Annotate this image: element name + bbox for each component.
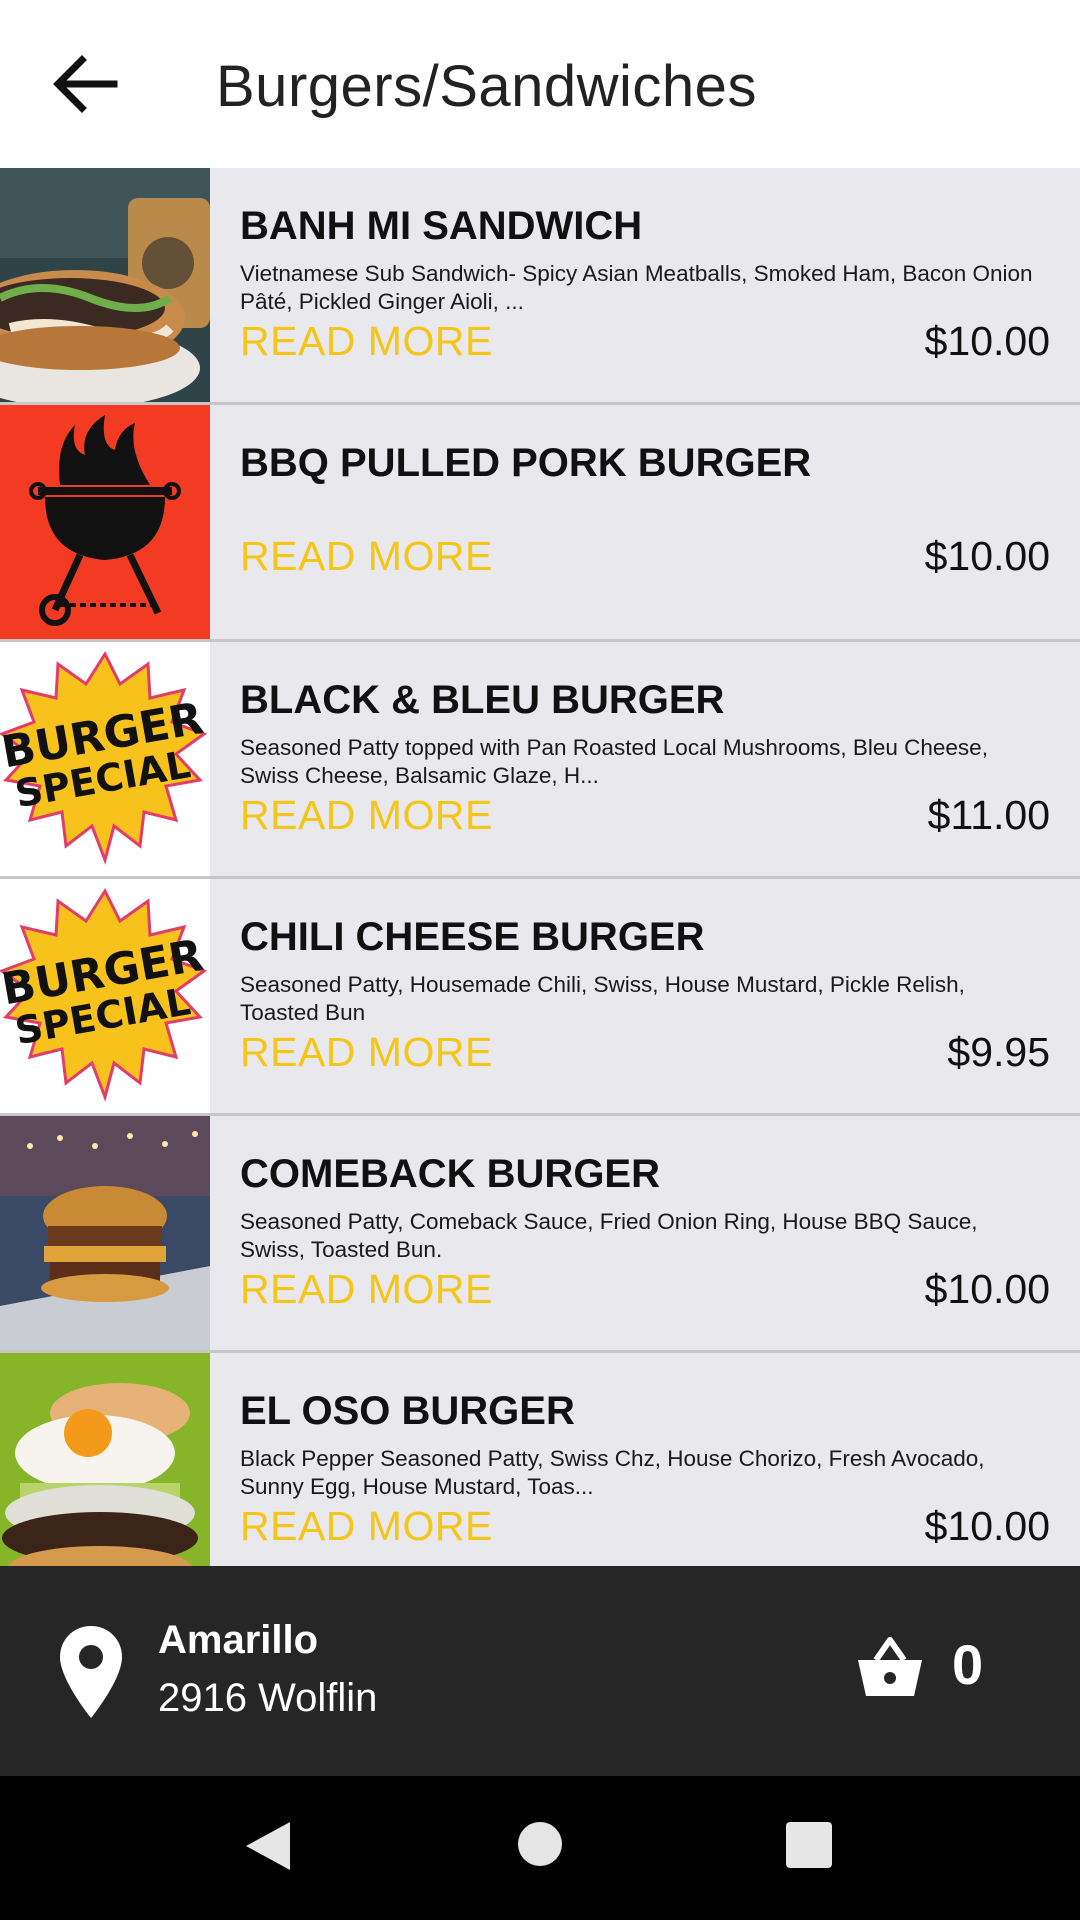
comeback-burger-photo [0, 1116, 210, 1350]
item-price: $10.00 [924, 318, 1050, 364]
item-description: Black Pepper Seasoned Patty, Swiss Chz, … [240, 1446, 985, 1499]
item-description: Vietnamese Sub Sandwich- Spicy Asian Mea… [240, 261, 1033, 314]
el-oso-burger-photo [0, 1353, 210, 1566]
item-name: COMEBACK BURGER [240, 1152, 660, 1196]
location-selector[interactable] [58, 1624, 124, 1720]
read-more-link[interactable]: READ MORE [240, 318, 493, 365]
location-cart-bar: Amarillo 2916 Wolflin 0 [0, 1566, 1080, 1776]
item-name: EL OSO BURGER [240, 1389, 575, 1433]
item-price: $10.00 [924, 1503, 1050, 1549]
item-name: BANH MI SANDWICH [240, 204, 643, 248]
item-description: Seasoned Patty, Housemade Chili, Swiss, … [240, 972, 965, 1025]
nav-back-icon[interactable] [244, 1820, 292, 1872]
banh-mi-photo [0, 168, 210, 402]
item-description: Seasoned Patty, Comeback Sauce, Fried On… [240, 1209, 978, 1262]
read-more-link[interactable]: READ MORE [240, 792, 493, 839]
menu-item-comeback[interactable]: COMEBACK BURGER Seasoned Patty, Comeback… [0, 1116, 1080, 1350]
menu-item-black-bleu[interactable]: BURGER SPECIAL BLACK & BLEU BURGER Seaso… [0, 642, 1080, 876]
item-description: Seasoned Patty topped with Pan Roasted L… [240, 735, 988, 788]
menu-list[interactable]: BANH MI SANDWICH Vietnamese Sub Sandwich… [0, 168, 1080, 1566]
page-title: Burgers/Sandwiches [216, 54, 757, 119]
item-name: BBQ PULLED PORK BURGER [240, 441, 812, 485]
item-price: $10.00 [924, 533, 1050, 579]
read-more-link[interactable]: READ MORE [240, 1029, 493, 1076]
burger-special-badge: BURGER SPECIAL [0, 642, 210, 876]
back-button[interactable] [44, 44, 124, 124]
item-name: CHILI CHEESE BURGER [240, 915, 705, 959]
cart-button[interactable] [856, 1636, 924, 1698]
item-price: $11.00 [927, 792, 1050, 838]
read-more-link[interactable]: READ MORE [240, 1266, 493, 1313]
app-header: Burgers/Sandwiches [0, 0, 1080, 168]
read-more-link[interactable]: READ MORE [240, 1503, 493, 1550]
burger-special-badge: BURGER SPECIAL [0, 879, 210, 1113]
shopping-basket-icon [858, 1637, 922, 1696]
item-price: $10.00 [924, 1266, 1050, 1312]
menu-item-banh-mi[interactable]: BANH MI SANDWICH Vietnamese Sub Sandwich… [0, 168, 1080, 402]
map-pin-icon [60, 1626, 122, 1718]
arrow-left-icon [53, 55, 118, 113]
system-navigation-bar [0, 1776, 1080, 1920]
location-city[interactable]: Amarillo [158, 1618, 318, 1663]
nav-recents-icon[interactable] [786, 1822, 832, 1868]
bbq-grill-logo [0, 405, 210, 639]
location-address[interactable]: 2916 Wolflin [158, 1676, 377, 1721]
nav-home-icon[interactable] [518, 1822, 562, 1866]
item-name: BLACK & BLEU BURGER [240, 678, 725, 722]
menu-item-chili-cheese[interactable]: BURGER SPECIAL CHILI CHEESE BURGER Seaso… [0, 879, 1080, 1113]
menu-item-el-oso[interactable]: EL OSO BURGER Black Pepper Seasoned Patt… [0, 1353, 1080, 1566]
item-price: $9.95 [947, 1029, 1050, 1075]
menu-item-bbq-pulled-pork[interactable]: BBQ PULLED PORK BURGER READ MORE $10.00 [0, 405, 1080, 639]
cart-count: 0 [952, 1633, 984, 1696]
read-more-link[interactable]: READ MORE [240, 533, 493, 580]
